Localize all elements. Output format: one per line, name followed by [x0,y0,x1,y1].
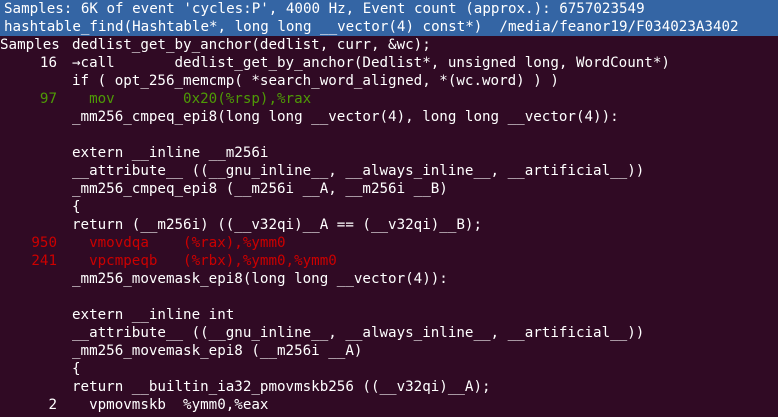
sample-count [0,108,57,126]
asm-instruction-hot: vpcmpeqb (%rbx),%ymm0,%ymm0 [72,253,337,269]
annotate-row[interactable]: extern __inline int [0,306,778,324]
source-line: _mm256_movemask_epi8 (__m256i __A) [72,343,363,359]
sample-count [0,360,57,378]
asm-instruction: vpmovmskb %ymm0,%eax [72,397,269,413]
annotate-row[interactable]: _mm256_movemask_epi8(long long __vector(… [0,270,778,288]
source-line: extern __inline __m256i [72,145,269,161]
source-line: _mm256_cmpeq_epi8(long long __vector(4),… [72,109,619,125]
annotate-row[interactable]: return __builtin_ia32_pmovmskb256 ((__v3… [0,378,778,396]
annotate-row[interactable]: _mm256_movemask_epi8 (__m256i __A) [0,342,778,360]
annotate-row[interactable]: __attribute__ ((__gnu_inline__, __always… [0,162,778,180]
source-line: extern __inline int [72,307,235,323]
annotate-row[interactable]: 241 vpcmpeqb (%rbx),%ymm0,%ymm0 [0,252,778,270]
sample-count [0,72,57,90]
asm-instruction-hot: vmovdqa (%rax),%ymm0 [72,235,286,251]
source-line: { [72,199,81,215]
sample-count [0,306,57,324]
source-line: _mm256_movemask_epi8(long long __vector(… [72,271,448,287]
source-line: __attribute__ ((__gnu_inline__, __always… [72,163,645,179]
source-line: return __builtin_ia32_pmovmskb256 ((__v3… [72,379,491,395]
source-line: dedlist_get_by_anchor(dedlist, curr, &wc… [72,37,431,53]
source-line: if ( opt_256_memcmp( *search_word_aligne… [72,73,559,89]
annotate-row[interactable]: 97 mov 0x20(%rsp),%rax [0,90,778,108]
sample-count [0,180,57,198]
sample-count [0,324,57,342]
annotate-row[interactable]: { [0,360,778,378]
annotate-row[interactable]: return (__m256i) ((__v32qi)__A == (__v32… [0,216,778,234]
annotate-row[interactable] [0,126,778,144]
sample-count: 241 [31,253,57,269]
source-line: __attribute__ ((__gnu_inline__, __always… [72,325,645,341]
asm-instruction-warm: mov 0x20(%rsp),%rax [72,91,312,107]
sample-count [0,216,57,234]
sample-count: 2 [48,397,57,413]
sample-count [0,162,57,180]
sample-count [0,126,57,144]
sample-count: 16 [39,55,57,71]
source-line: { [72,361,81,377]
sample-count [0,378,57,396]
annotate-row[interactable]: if ( opt_256_memcmp( *search_word_aligne… [0,72,778,90]
annotate-row[interactable]: _mm256_cmpeq_epi8 (__m256i __A, __m256i … [0,180,778,198]
sample-count [0,144,57,162]
samples-summary-bar: Samples: 6K of event 'cycles:P', 4000 Hz… [0,0,778,18]
annotate-row[interactable]: __attribute__ ((__gnu_inline__, __always… [0,324,778,342]
sample-count: 97 [39,91,57,107]
samples-column-header: Samples [0,37,60,53]
source-line: return (__m256i) ((__v32qi)__A == (__v32… [72,217,482,233]
sample-count [0,288,57,306]
sample-count: 950 [31,235,57,251]
sample-count [0,198,57,216]
perf-annotate-terminal[interactable]: Samples: 6K of event 'cycles:P', 4000 Hz… [0,0,778,417]
source-line: →call dedlist_get_by_anchor(Dedlist*, un… [72,55,670,71]
annotate-row[interactable]: 16 →call dedlist_get_by_anchor(Dedlist*, … [0,54,778,72]
annotate-row[interactable]: extern __inline __m256i [0,144,778,162]
sample-count [0,342,57,360]
annotate-row[interactable] [0,288,778,306]
sample-count [0,270,57,288]
annotate-row[interactable]: _mm256_cmpeq_epi8(long long __vector(4),… [0,108,778,126]
annotate-row[interactable]: 950 vmovdqa (%rax),%ymm0 [0,234,778,252]
annotate-row[interactable]: 2 vpmovmskb %ymm0,%eax [0,396,778,414]
source-line: _mm256_cmpeq_epi8 (__m256i __A, __m256i … [72,181,448,197]
annotate-row[interactable]: { [0,198,778,216]
annotate-row[interactable]: Samples dedlist_get_by_anchor(dedlist, c… [0,36,778,54]
function-header-bar[interactable]: hashtable_find(Hashtable*, long long __v… [0,18,778,36]
